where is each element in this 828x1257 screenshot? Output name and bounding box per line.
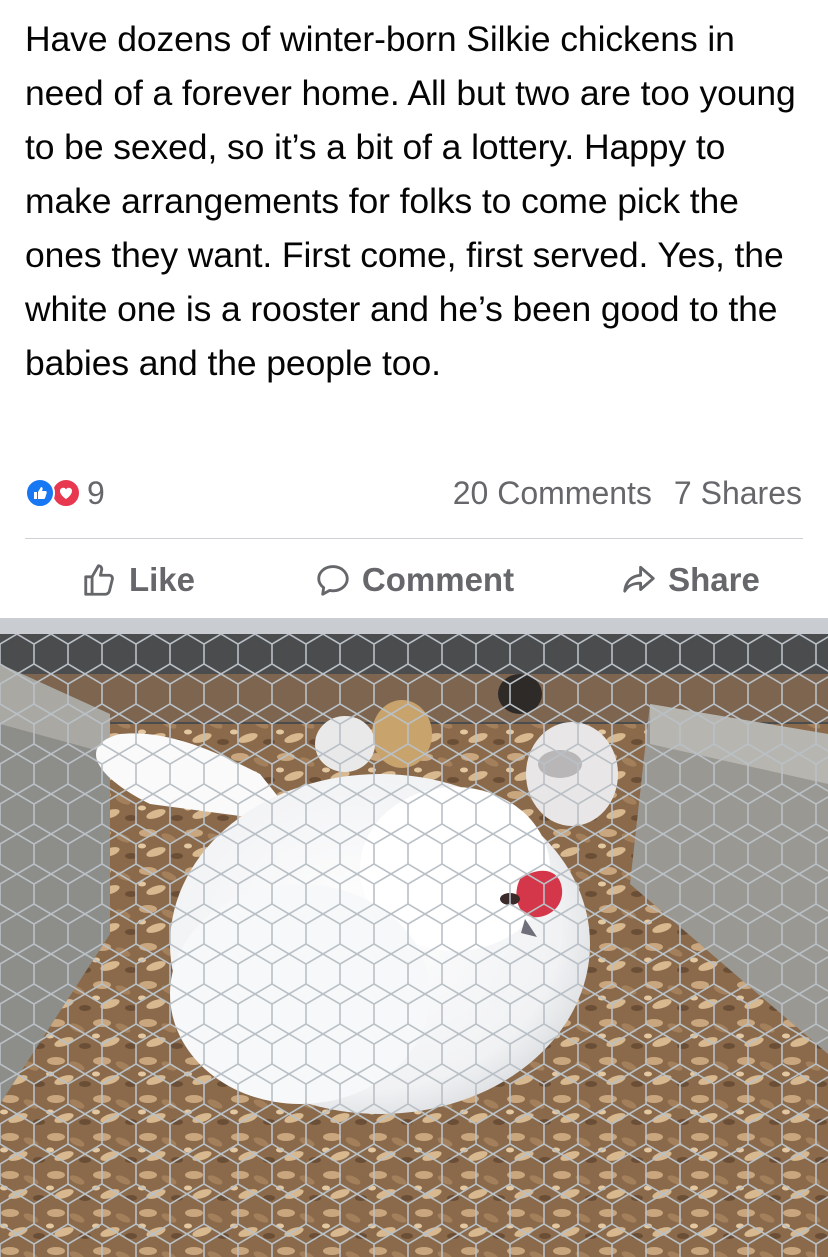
like-button[interactable]: Like xyxy=(0,561,276,599)
post-text: Have dozens of winter-born Silkie chicke… xyxy=(25,19,796,383)
feed-post: Have dozens of winter-born Silkie chicke… xyxy=(0,0,828,1257)
post-actions: Like Comment Share xyxy=(0,548,828,612)
engagement-counts: 20 Comments 7 Shares xyxy=(453,475,802,512)
comment-button[interactable]: Comment xyxy=(276,561,552,599)
post-photo[interactable] xyxy=(0,634,828,1257)
love-reaction-icon xyxy=(51,478,81,508)
divider xyxy=(25,538,803,539)
like-reaction-icon xyxy=(25,478,55,508)
share-button[interactable]: Share xyxy=(552,561,828,599)
thumbs-up-icon xyxy=(84,564,114,596)
post-stats: 9 20 Comments 7 Shares xyxy=(25,470,802,516)
share-button-label: Share xyxy=(668,561,760,598)
reaction-count: 9 xyxy=(87,474,105,511)
share-arrow-icon xyxy=(623,565,655,593)
comment-button-label: Comment xyxy=(361,561,515,598)
reactions-summary[interactable]: 9 xyxy=(25,475,105,512)
comments-count-link[interactable]: 20 Comments xyxy=(453,475,652,512)
shares-count-link[interactable]: 7 Shares xyxy=(674,475,802,512)
like-button-label: Like xyxy=(128,561,196,598)
comment-bubble-icon xyxy=(317,565,349,596)
photo-separator xyxy=(0,618,828,634)
